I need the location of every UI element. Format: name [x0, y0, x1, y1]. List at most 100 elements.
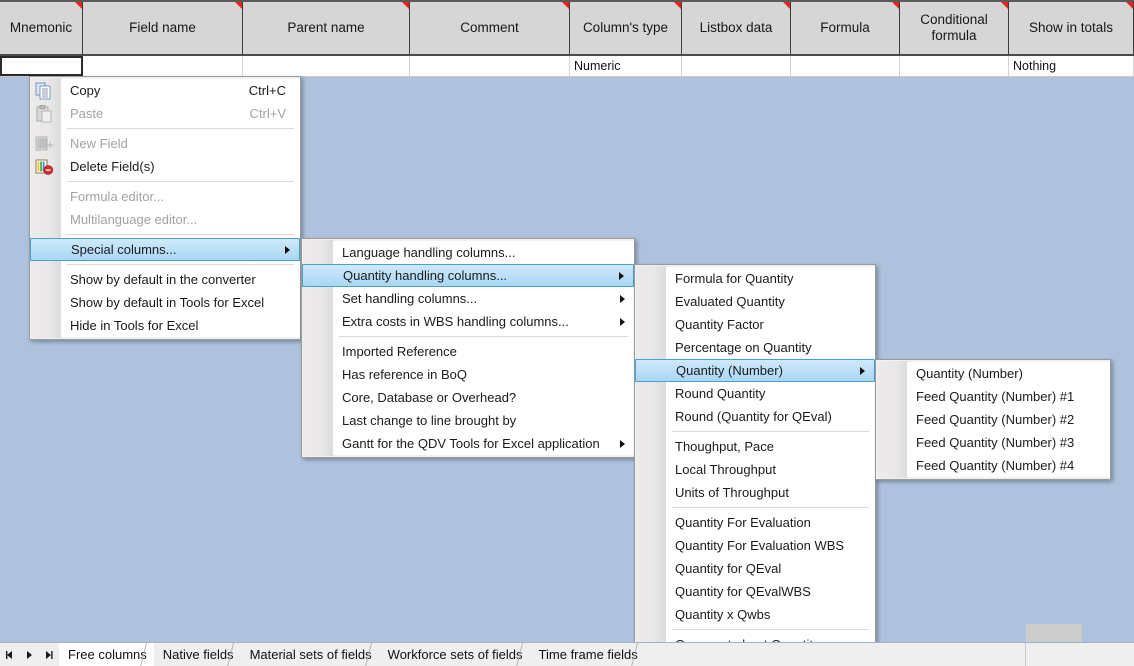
- menu-item-thoughput-pace[interactable]: Thoughput, Pace: [666, 435, 875, 458]
- next-record-icon[interactable]: [19, 644, 38, 665]
- menu-item-label: Feed Quantity (Number) #4: [916, 458, 1075, 473]
- context-menu[interactable]: Copy Ctrl+C Paste Ctrl+V New Field Delete Fie…: [29, 76, 301, 340]
- menu-item-hide-in-tools-for-excel[interactable]: Hide in Tools for Excel: [61, 314, 300, 337]
- menu-item-quantity-for-qevalwbs[interactable]: Quantity for QEvalWBS: [666, 580, 875, 603]
- sheet-tab-native-fields[interactable]: Native fields: [153, 642, 241, 666]
- menu-item-show-by-default-in-tools-for-excel[interactable]: Show by default in Tools for Excel: [61, 291, 300, 314]
- menu-item-label: Quantity For Evaluation: [675, 515, 811, 530]
- column-header-listbox-data[interactable]: Listbox data: [682, 2, 791, 54]
- column-header-label: Listbox data: [699, 20, 773, 36]
- menu-item-quantity-x-qwbs[interactable]: Quantity x Qwbs: [666, 603, 875, 626]
- menu-item-label: Gantt for the QDV Tools for Excel applic…: [342, 436, 600, 451]
- menu-item-round-quantity[interactable]: Round Quantity: [666, 382, 875, 405]
- column-header-column-s-type[interactable]: Column's type: [570, 2, 682, 54]
- grid-cell-mnemonic[interactable]: [0, 56, 83, 76]
- menu-item-round-quantity-for-qeval[interactable]: Round (Quantity for QEval): [666, 405, 875, 428]
- menu-item-label: Quantity x Qwbs: [675, 607, 771, 622]
- menu-item-formula-editor: Formula editor...: [61, 185, 300, 208]
- grid-cell-column-s-type[interactable]: Numeric: [570, 56, 682, 76]
- submenu-quantity-number-items: Quantity (Number) Feed Quantity (Number) …: [907, 362, 1110, 477]
- submenu-quantity-handling-items: Formula for Quantity Evaluated Quantity Qu…: [635, 267, 875, 656]
- submenu-quantity-handling-columns[interactable]: Formula for Quantity Evaluated Quantity Qu…: [634, 264, 876, 659]
- menu-separator: [67, 264, 294, 265]
- menu-item-paste: Paste Ctrl+V: [36, 102, 300, 125]
- menu-item-label: Last change to line brought by: [342, 413, 517, 428]
- column-header-mnemonic[interactable]: Mnemonic: [0, 2, 83, 54]
- column-header-field-name[interactable]: Field name: [83, 2, 243, 54]
- sheet-tab-material-sets-of-fields[interactable]: Material sets of fields: [240, 642, 379, 666]
- menu-item-evaluated-quantity[interactable]: Evaluated Quantity: [666, 290, 875, 313]
- menu-item-imported-reference[interactable]: Imported Reference: [333, 340, 634, 363]
- column-header-label: Mnemonic: [9, 20, 73, 36]
- menu-item-core-database-or-overhead[interactable]: Core, Database or Overhead?: [333, 386, 634, 409]
- menu-item-feed-quantity-number-3[interactable]: Feed Quantity (Number) #3: [907, 431, 1110, 454]
- menu-item-units-of-throughput[interactable]: Units of Throughput: [666, 481, 875, 504]
- grid-cell-formula[interactable]: [791, 56, 900, 76]
- submenu-quantity-number[interactable]: Quantity (Number) Feed Quantity (Number) …: [875, 359, 1111, 480]
- menu-item-quantity-for-evaluation[interactable]: Quantity For Evaluation: [666, 511, 875, 534]
- sheet-tab-label: Free columns: [68, 647, 147, 662]
- grid-cell-field-name[interactable]: [83, 56, 243, 76]
- menu-item-quantity-factor[interactable]: Quantity Factor: [666, 313, 875, 336]
- menu-item-show-by-default-in-the-converter[interactable]: Show by default in the converter: [61, 268, 300, 291]
- grid-cell-comment[interactable]: [410, 56, 570, 76]
- menu-item-quantity-number[interactable]: Quantity (Number): [635, 359, 875, 382]
- column-header-label: Field name: [129, 20, 196, 36]
- submenu-arrow-icon: [285, 245, 290, 254]
- last-record-icon[interactable]: [38, 644, 57, 665]
- sheet-tabs[interactable]: Free columns Native fields Material sets o…: [59, 642, 645, 666]
- menu-item-label: Evaluated Quantity: [675, 294, 785, 309]
- menu-item-gantt-for-the-qdv-tools-for-excel-application[interactable]: Gantt for the QDV Tools for Excel applic…: [333, 432, 634, 455]
- menu-item-quantity-number[interactable]: Quantity (Number): [907, 362, 1110, 385]
- column-header-label: Column's type: [582, 20, 669, 36]
- column-header-conditional-formula[interactable]: Conditional formula: [900, 2, 1009, 54]
- menu-item-label: Round (Quantity for QEval): [675, 409, 832, 424]
- menu-item-extra-costs-in-wbs-handling-columns[interactable]: Extra costs in WBS handling columns...: [333, 310, 634, 333]
- sheet-tab-label: Time frame fields: [538, 647, 638, 662]
- menu-item-quantity-for-evaluation-wbs[interactable]: Quantity For Evaluation WBS: [666, 534, 875, 557]
- grid-cell-parent-name[interactable]: [243, 56, 410, 76]
- sheet-tab-time-frame-fields[interactable]: Time frame fields: [529, 642, 645, 666]
- menu-item-has-reference-in-boq[interactable]: Has reference in BoQ: [333, 363, 634, 386]
- menu-item-label: Quantity (Number): [676, 363, 783, 378]
- menu-item-label: Quantity Factor: [675, 317, 764, 332]
- sheet-tab-free-columns[interactable]: Free columns: [59, 642, 154, 666]
- menu-item-quantity-for-qeval[interactable]: Quantity for QEval: [666, 557, 875, 580]
- menu-item-label: Special columns...: [71, 242, 177, 257]
- menu-item-percentage-on-quantity[interactable]: Percentage on Quantity: [666, 336, 875, 359]
- menu-item-set-handling-columns[interactable]: Set handling columns...: [333, 287, 634, 310]
- grid-cell-show-in-totals[interactable]: Nothing: [1009, 56, 1134, 76]
- column-header-parent-name[interactable]: Parent name: [243, 2, 410, 54]
- menu-item-formula-for-quantity[interactable]: Formula for Quantity: [666, 267, 875, 290]
- menu-item-label: Formula editor...: [70, 189, 164, 204]
- menu-item-local-throughput[interactable]: Local Throughput: [666, 458, 875, 481]
- column-header-formula[interactable]: Formula: [791, 2, 900, 54]
- menu-item-feed-quantity-number-4[interactable]: Feed Quantity (Number) #4: [907, 454, 1110, 477]
- menu-item-last-change-to-line-brought-by[interactable]: Last change to line brought by: [333, 409, 634, 432]
- column-header-show-in-totals[interactable]: Show in totals: [1009, 2, 1134, 54]
- comment-marker-icon: [1126, 2, 1133, 9]
- first-record-icon[interactable]: [0, 644, 19, 665]
- menu-item-special-columns[interactable]: Special columns...: [30, 238, 300, 261]
- column-header-comment[interactable]: Comment: [410, 2, 570, 54]
- menu-item-delete-field-s[interactable]: Delete Field(s): [35, 155, 300, 178]
- menu-item-feed-quantity-number-2[interactable]: Feed Quantity (Number) #2: [907, 408, 1110, 431]
- grid-cell-conditional-formula[interactable]: [900, 56, 1009, 76]
- menu-icon-gutter: [636, 266, 667, 657]
- grid-data-row[interactable]: Numeric Nothing: [0, 56, 1134, 77]
- grid-cell-listbox-data[interactable]: [682, 56, 791, 76]
- menu-item-quantity-handling-columns[interactable]: Quantity handling columns...: [302, 264, 634, 287]
- menu-item-label: Has reference in BoQ: [342, 367, 468, 382]
- menu-separator: [67, 234, 294, 235]
- submenu-special-columns[interactable]: Language handling columns... Quantity han…: [301, 238, 635, 458]
- menu-item-copy[interactable]: Copy Ctrl+C: [35, 79, 300, 102]
- menu-item-label: Hide in Tools for Excel: [70, 318, 199, 333]
- sheet-tab-workforce-sets-of-fields[interactable]: Workforce sets of fields: [378, 642, 530, 666]
- menu-separator: [672, 629, 869, 630]
- menu-item-feed-quantity-number-1[interactable]: Feed Quantity (Number) #1: [907, 385, 1110, 408]
- menu-item-language-handling-columns[interactable]: Language handling columns...: [333, 241, 634, 264]
- menu-item-label: Core, Database or Overhead?: [342, 390, 517, 405]
- menu-item-label: Show by default in Tools for Excel: [70, 295, 265, 310]
- record-nav-buttons[interactable]: [0, 644, 59, 666]
- menu-separator: [339, 336, 628, 337]
